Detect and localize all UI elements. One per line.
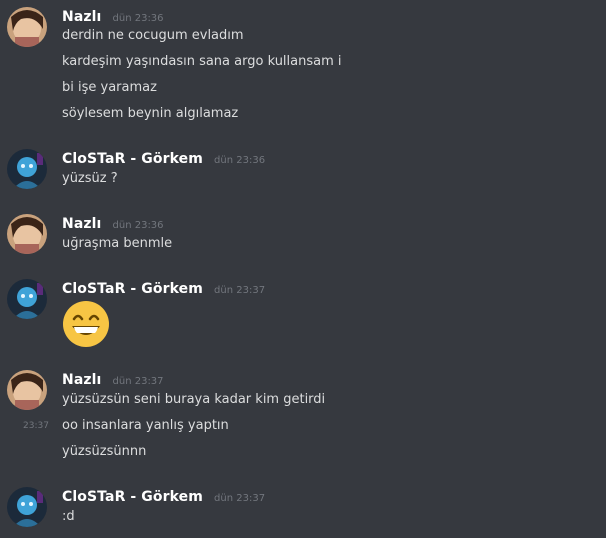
username[interactable]: Nazlı xyxy=(62,216,101,232)
avatar-nazli[interactable] xyxy=(7,370,47,410)
message-text: söylesem beynin algılamaz xyxy=(62,106,239,121)
message-text: bi işe yaramaz xyxy=(62,80,157,95)
message-text: yüzsüz ? xyxy=(62,171,118,186)
avatar-nazli[interactable] xyxy=(7,7,47,47)
timestamp: dün 23:37 xyxy=(214,493,266,504)
username[interactable]: Nazlı xyxy=(62,372,101,388)
message-text: kardeşim yaşındasın sana argo kullansam … xyxy=(62,54,342,69)
message-text: yüzsüzsün seni buraya kadar kim getirdi xyxy=(62,392,326,407)
message-text: yüzsüzsünnn xyxy=(62,444,147,459)
grinning-face-emoji[interactable] xyxy=(62,300,110,348)
message-text: oo insanlara yanlış yaptın xyxy=(62,418,229,433)
timestamp: dün 23:36 xyxy=(112,13,164,24)
avatar-clostar[interactable] xyxy=(7,279,47,319)
avatar-nazli[interactable] xyxy=(7,214,47,254)
avatar-clostar[interactable] xyxy=(7,487,47,527)
username[interactable]: CloSTaR - Görkem xyxy=(62,281,203,297)
username[interactable]: CloSTaR - Görkem xyxy=(62,489,203,505)
timestamp: dün 23:37 xyxy=(112,376,164,387)
avatar-clostar[interactable] xyxy=(7,149,47,189)
hover-timestamp: 23:37 xyxy=(23,421,49,431)
username[interactable]: Nazlı xyxy=(62,9,101,25)
timestamp: dün 23:37 xyxy=(214,285,266,296)
message-text: :d xyxy=(62,509,75,524)
chat-messages: Nazlı dün 23:36 derdin ne cocugum evladı… xyxy=(0,0,606,538)
message-text: derdin ne cocugum evladım xyxy=(62,28,244,43)
timestamp: dün 23:36 xyxy=(112,220,164,231)
timestamp: dün 23:36 xyxy=(214,155,266,166)
username[interactable]: CloSTaR - Görkem xyxy=(62,151,203,167)
message-text: uğraşma benmle xyxy=(62,236,173,251)
